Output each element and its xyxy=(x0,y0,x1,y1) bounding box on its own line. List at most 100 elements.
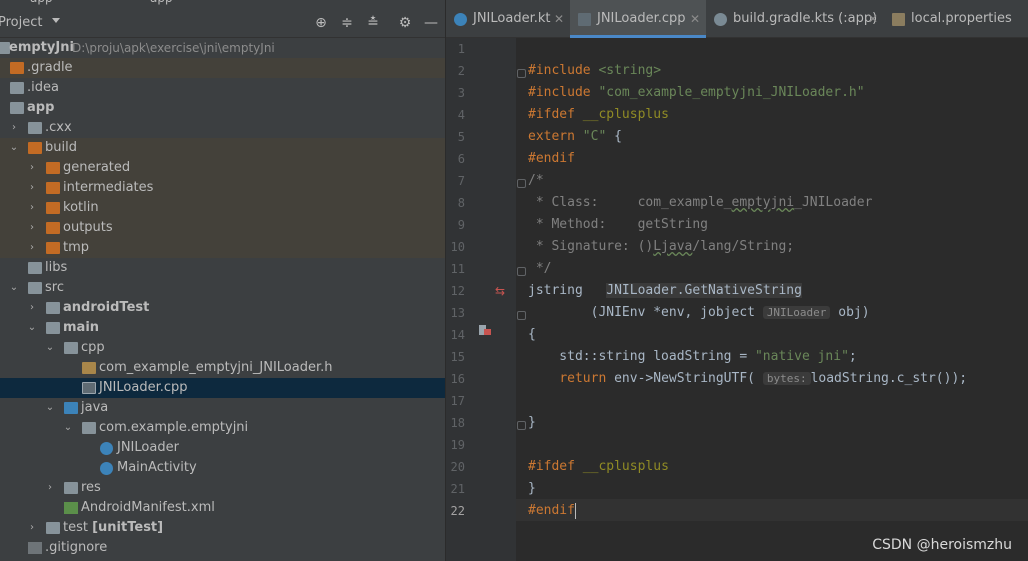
tree-item-emptyjni[interactable]: emptyJni D:\proju\apk\exercise\jni\empty… xyxy=(0,38,445,58)
tree-item-label: MainActivity xyxy=(117,460,197,475)
chevron-right-icon[interactable]: › xyxy=(26,198,38,218)
tree-item-java[interactable]: ⌄ java xyxy=(0,398,445,418)
folder-icon xyxy=(64,342,78,354)
tree-item-androidtest[interactable]: › androidTest xyxy=(0,298,445,318)
cpp-file-icon xyxy=(82,382,96,394)
kotlin-class-icon xyxy=(100,462,113,475)
tree-item-package[interactable]: ⌄ com.example.emptyjni xyxy=(0,418,445,438)
chevron-right-icon[interactable]: › xyxy=(26,178,38,198)
tree-item-generated[interactable]: › generated xyxy=(0,158,445,178)
code-area[interactable]: #include <string> #include "com_example_… xyxy=(516,38,1028,561)
breadcrumb-item[interactable]: app xyxy=(30,0,53,5)
tree-item-label: generated xyxy=(63,160,131,175)
chevron-right-icon[interactable]: › xyxy=(44,478,56,498)
tree-item-tmp[interactable]: › tmp xyxy=(0,238,445,258)
folder-icon xyxy=(46,242,60,254)
line-number: 17 xyxy=(450,394,465,408)
tab-build-gradle[interactable]: build.gradle.kts (:app) ✕ xyxy=(706,0,884,38)
chevron-down-icon[interactable]: ⌄ xyxy=(44,338,56,358)
tree-item-label: com_example_emptyjni_JNILoader.h xyxy=(99,360,333,375)
jni-function-hint[interactable]: JNILoader.GetNativeString xyxy=(606,283,802,298)
hide-panel-icon[interactable]: — xyxy=(422,14,440,32)
tree-item-jniloader-cpp[interactable]: JNILoader.cpp xyxy=(0,378,445,398)
chevron-right-icon[interactable]: › xyxy=(26,218,38,238)
line-number: 14 xyxy=(450,328,465,342)
code-line: #endif xyxy=(528,151,575,166)
tree-item-res[interactable]: › res xyxy=(0,478,445,498)
tree-item-main[interactable]: ⌄ main xyxy=(0,318,445,338)
tree-item-build[interactable]: ⌄ build xyxy=(0,138,445,158)
tree-item-label: JNILoader xyxy=(117,440,179,455)
tree-item-header-file[interactable]: com_example_emptyjni_JNILoader.h xyxy=(0,358,445,378)
gear-icon[interactable]: ⚙ xyxy=(396,14,414,32)
chevron-right-icon[interactable]: › xyxy=(26,238,38,258)
project-tree: emptyJni D:\proju\apk\exercise\jni\empty… xyxy=(0,38,445,561)
cpp-file-icon xyxy=(578,13,591,26)
chevron-down-icon[interactable]: ⌄ xyxy=(8,278,20,298)
folder-icon xyxy=(28,282,42,294)
tab-jniloader-kt[interactable]: JNILoader.kt ✕ xyxy=(446,0,570,38)
tree-item-gradle[interactable]: .gradle xyxy=(0,58,445,78)
close-icon[interactable]: ✕ xyxy=(554,0,564,38)
code-line: * Method: getString xyxy=(528,217,709,232)
tree-item-cpp[interactable]: ⌄ cpp xyxy=(0,338,445,358)
type-hint: JNILoader xyxy=(762,306,831,319)
code-line: (JNIEnv *env, jobject JNILoader obj) xyxy=(528,305,870,320)
chevron-right-icon[interactable]: › xyxy=(26,298,38,318)
line-number: 5 xyxy=(457,130,465,144)
tree-item-label: .gradle xyxy=(27,60,73,75)
tree-item-test[interactable]: › test [unitTest] xyxy=(0,518,445,538)
line-number: 10 xyxy=(450,240,465,254)
chevron-down-icon[interactable] xyxy=(52,18,60,23)
tree-item-libs[interactable]: libs xyxy=(0,258,445,278)
tree-item-app[interactable]: app xyxy=(0,98,445,118)
code-line: std::string loadString = "native jni"; xyxy=(528,349,857,364)
tree-item-mainactivity[interactable]: MainActivity xyxy=(0,458,445,478)
project-view-title[interactable]: Project xyxy=(0,15,42,30)
tree-item-manifest[interactable]: AndroidManifest.xml xyxy=(0,498,445,518)
chevron-down-icon[interactable]: ⌄ xyxy=(26,318,38,338)
tree-item-src[interactable]: ⌄ src xyxy=(0,278,445,298)
chevron-right-icon[interactable]: › xyxy=(8,118,20,138)
folder-icon xyxy=(46,202,60,214)
code-line: { xyxy=(528,327,536,342)
chevron-down-icon[interactable]: ⌄ xyxy=(62,418,74,438)
tab-local-properties[interactable]: local.properties xyxy=(884,0,1028,38)
chevron-down-icon[interactable]: ⌄ xyxy=(44,398,56,418)
close-icon[interactable]: ✕ xyxy=(868,0,878,38)
tree-item-label: AndroidManifest.xml xyxy=(81,500,215,515)
chevron-right-icon[interactable]: › xyxy=(26,518,38,538)
tree-item-kotlin[interactable]: › kotlin xyxy=(0,198,445,218)
tree-item-idea[interactable]: .idea xyxy=(0,78,445,98)
tree-item-outputs[interactable]: › outputs xyxy=(0,218,445,238)
tab-jniloader-cpp[interactable]: JNILoader.cpp ✕ xyxy=(570,0,706,38)
line-number: 8 xyxy=(457,196,465,210)
tree-item-gitignore[interactable]: .gitignore xyxy=(0,538,445,558)
tree-item-label: src xyxy=(45,280,64,295)
code-line: #include <string> xyxy=(528,63,662,78)
code-line: /* xyxy=(528,173,544,188)
folder-icon xyxy=(10,62,24,74)
parameter-hint: bytes: xyxy=(762,372,811,385)
collapse-all-icon[interactable]: ≛ xyxy=(364,14,382,32)
resources-folder-icon xyxy=(64,482,78,494)
tab-label: JNILoader.kt xyxy=(473,11,551,26)
expand-all-icon[interactable]: ≑ xyxy=(338,14,356,32)
line-number: 12 xyxy=(450,284,465,298)
jni-navigate-icon[interactable] xyxy=(478,323,492,337)
line-number: 3 xyxy=(457,86,465,100)
chevron-right-icon[interactable]: › xyxy=(26,158,38,178)
arrows-icon[interactable]: ⇆ xyxy=(495,284,505,298)
tree-item-intermediates[interactable]: › intermediates xyxy=(0,178,445,198)
breadcrumb-item[interactable]: app xyxy=(150,0,173,5)
source-set-folder-icon xyxy=(46,322,60,334)
tree-item-cxx[interactable]: › .cxx xyxy=(0,118,445,138)
close-icon[interactable]: ✕ xyxy=(690,0,700,38)
locate-icon[interactable]: ⊕ xyxy=(312,14,330,32)
project-panel: app app Project ⊕ ≑ ≛ ⚙ — emptyJni D:\pr… xyxy=(0,0,445,561)
tree-item-jniloader-class[interactable]: JNILoader xyxy=(0,438,445,458)
code-line: extern "C" { xyxy=(528,129,622,144)
chevron-down-icon[interactable]: ⌄ xyxy=(8,138,20,158)
breadcrumb: app app xyxy=(0,0,445,5)
line-number: 18 xyxy=(450,416,465,430)
